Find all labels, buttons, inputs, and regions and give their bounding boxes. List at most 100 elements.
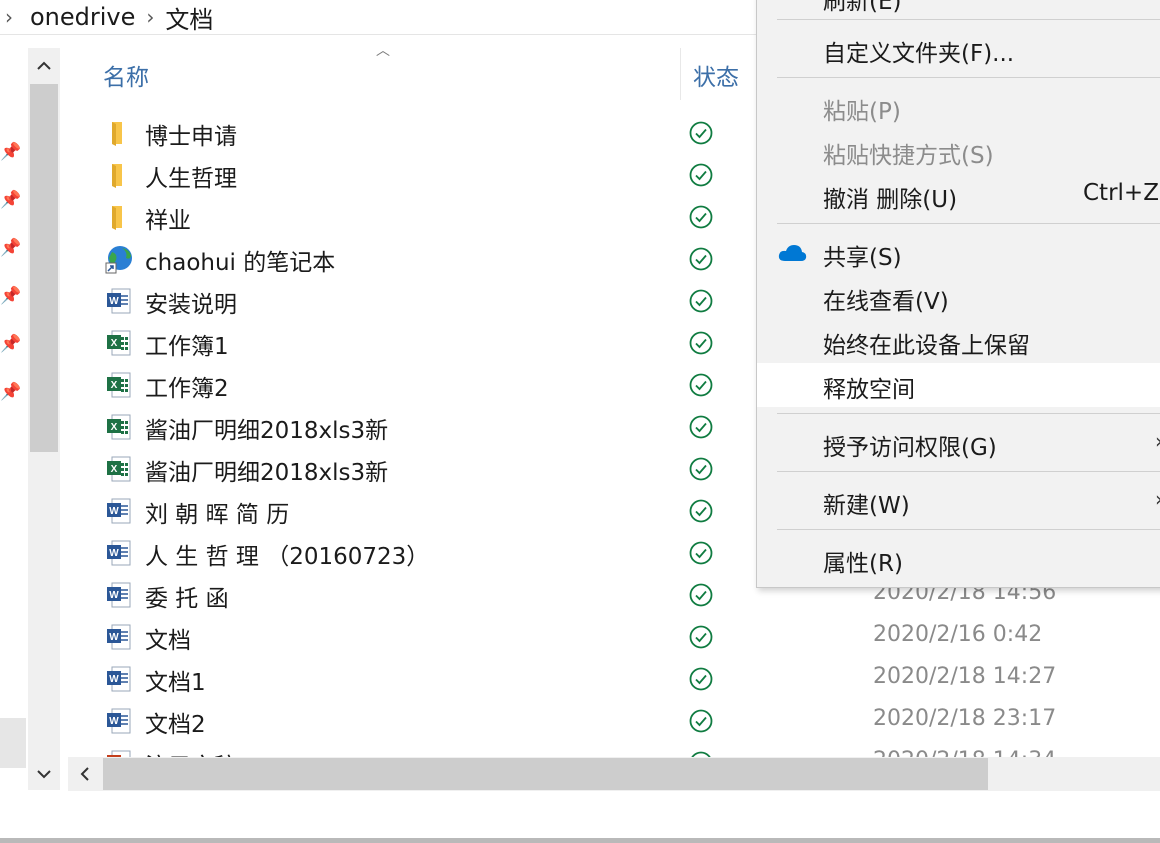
breadcrumb-item-onedrive[interactable]: onedrive bbox=[30, 3, 135, 31]
menu-item-label: 撤消 删除(U) bbox=[823, 187, 958, 213]
vertical-scroll-thumb[interactable] bbox=[30, 84, 58, 452]
horizontal-scrollbar[interactable] bbox=[68, 757, 1160, 791]
pin-icon: 📌 bbox=[0, 334, 22, 354]
sync-status-available-icon bbox=[689, 709, 713, 733]
submenu-arrow-icon: › bbox=[1155, 429, 1160, 453]
sync-status-available-icon bbox=[689, 415, 713, 439]
file-name[interactable]: 祥业 bbox=[145, 201, 191, 235]
menu-item-view-online[interactable]: 在线查看(V) bbox=[757, 275, 1160, 319]
menu-separator bbox=[777, 19, 1160, 20]
file-name[interactable]: 博士申请 bbox=[145, 117, 237, 151]
file-name[interactable]: 人 生 哲 理 （20160723） bbox=[145, 537, 429, 571]
menu-item-label: 属性(R) bbox=[823, 551, 903, 577]
svg-text:X: X bbox=[111, 338, 118, 349]
horizontal-scroll-thumb[interactable] bbox=[103, 758, 988, 790]
vertical-scrollbar[interactable] bbox=[28, 48, 60, 790]
chevron-right-icon[interactable]: › bbox=[0, 5, 18, 29]
menu-separator bbox=[777, 471, 1160, 472]
file-row[interactable]: W 文档 2020/2/16 0:42 bbox=[100, 616, 1160, 658]
pin-icon: 📌 bbox=[0, 190, 22, 210]
file-name[interactable]: 酱油厂明细2018xls3新 bbox=[145, 411, 388, 445]
svg-text:W: W bbox=[109, 548, 119, 559]
chevron-right-icon[interactable]: › bbox=[135, 5, 165, 29]
menu-item-always-keep-on-device[interactable]: 始终在此设备上保留 bbox=[757, 319, 1160, 363]
menu-item-share[interactable]: 共享(S) bbox=[757, 231, 1160, 275]
menu-item-free-up-space[interactable]: 释放空间 bbox=[757, 363, 1160, 407]
sync-status-available-icon bbox=[689, 247, 713, 271]
file-name[interactable]: 委 托 函 bbox=[145, 579, 229, 613]
svg-text:X: X bbox=[111, 422, 118, 433]
scroll-up-button[interactable] bbox=[28, 48, 60, 84]
context-menu: 刷新(E) 自定义文件夹(F)... 粘贴(P) 粘贴快捷方式(S) 撤消 删除… bbox=[756, 0, 1160, 588]
folder-icon bbox=[104, 202, 134, 232]
file-name[interactable]: 刘 朝 晖 简 历 bbox=[145, 495, 289, 529]
menu-item-label: 在线查看(V) bbox=[823, 289, 949, 315]
sync-status-available-icon bbox=[689, 205, 713, 229]
folder-icon bbox=[104, 160, 134, 190]
powerpoint-icon: P bbox=[104, 748, 134, 757]
svg-text:W: W bbox=[109, 296, 119, 307]
navigation-item-selected[interactable] bbox=[0, 718, 26, 768]
menu-item-undo-delete[interactable]: 撤消 删除(U) Ctrl+Z bbox=[757, 173, 1160, 217]
file-name[interactable]: 文档1 bbox=[145, 663, 206, 697]
column-header-status[interactable]: 状态 bbox=[693, 58, 739, 92]
file-row[interactable]: W 文档1 2020/2/18 14:27 bbox=[100, 658, 1160, 700]
sync-status-available-icon bbox=[689, 625, 713, 649]
file-name[interactable]: 工作簿1 bbox=[145, 327, 229, 361]
column-header-name[interactable]: 名称 bbox=[103, 58, 149, 92]
sync-status-available-icon bbox=[689, 331, 713, 355]
file-row[interactable]: P 演示文稿1 2020/2/18 14:34 bbox=[100, 742, 1160, 757]
svg-text:X: X bbox=[111, 464, 118, 475]
file-name[interactable]: chaohui 的笔记本 bbox=[145, 243, 335, 277]
file-name[interactable]: 演示文稿1 bbox=[145, 747, 252, 757]
chevron-left-icon bbox=[80, 767, 89, 781]
menu-item-customize-folder[interactable]: 自定义文件夹(F)... bbox=[757, 27, 1160, 71]
menu-separator bbox=[777, 223, 1160, 224]
word-document-icon: W bbox=[104, 622, 134, 652]
pin-icon: 📌 bbox=[0, 142, 22, 162]
menu-item-properties[interactable]: 属性(R) bbox=[757, 537, 1160, 581]
file-date-modified: 2020/2/18 23:17 bbox=[873, 706, 1057, 731]
svg-text:W: W bbox=[109, 674, 119, 685]
file-date-modified: 2020/2/16 0:42 bbox=[873, 622, 1043, 647]
svg-text:W: W bbox=[109, 716, 119, 727]
word-document-icon: W bbox=[104, 286, 134, 316]
menu-item-paste[interactable]: 粘贴(P) bbox=[757, 85, 1160, 129]
scroll-down-button[interactable] bbox=[28, 756, 60, 792]
file-name[interactable]: 人生哲理 bbox=[145, 159, 237, 193]
menu-item-label: 始终在此设备上保留 bbox=[823, 333, 1030, 359]
word-document-icon: W bbox=[104, 580, 134, 610]
menu-item-refresh[interactable]: 刷新(E) bbox=[757, 0, 1160, 19]
submenu-arrow-icon: › bbox=[1155, 487, 1160, 511]
file-row[interactable]: W 文档2 2020/2/18 23:17 bbox=[100, 700, 1160, 742]
file-name[interactable]: 文档 bbox=[145, 621, 191, 655]
menu-item-paste-shortcut[interactable]: 粘贴快捷方式(S) bbox=[757, 129, 1160, 173]
file-date-modified: 2020/2/18 14:34 bbox=[873, 748, 1056, 757]
breadcrumb-item-current[interactable]: 文档 bbox=[165, 0, 213, 35]
sync-status-available-icon bbox=[689, 667, 713, 691]
menu-separator bbox=[777, 77, 1160, 78]
menu-item-label: 新建(W) bbox=[823, 493, 910, 519]
file-name[interactable]: 酱油厂明细2018xls3新 bbox=[145, 453, 388, 487]
scroll-left-button[interactable] bbox=[68, 757, 102, 791]
menu-item-label: 刷新(E) bbox=[823, 0, 902, 15]
file-name[interactable]: 工作簿2 bbox=[145, 369, 229, 403]
svg-text:X: X bbox=[111, 380, 118, 391]
menu-item-label: 释放空间 bbox=[823, 377, 915, 403]
folder-icon bbox=[104, 118, 134, 148]
word-document-icon: W bbox=[104, 664, 134, 694]
menu-item-new[interactable]: 新建(W) › bbox=[757, 479, 1160, 523]
chevron-down-icon bbox=[37, 770, 51, 779]
sync-status-available-icon bbox=[689, 583, 713, 607]
word-document-icon: W bbox=[104, 496, 134, 526]
file-name[interactable]: 安装说明 bbox=[145, 285, 237, 319]
svg-text:W: W bbox=[109, 632, 119, 643]
menu-item-shortcut: Ctrl+Z bbox=[1083, 180, 1159, 206]
sync-status-available-icon bbox=[689, 121, 713, 145]
file-name[interactable]: 文档2 bbox=[145, 705, 206, 739]
menu-item-grant-access[interactable]: 授予访问权限(G) › bbox=[757, 421, 1160, 465]
onenote-notebook-shortcut-icon bbox=[104, 244, 134, 274]
menu-item-label: 授予访问权限(G) bbox=[823, 435, 997, 461]
column-divider[interactable] bbox=[680, 48, 681, 100]
menu-separator bbox=[777, 529, 1160, 530]
